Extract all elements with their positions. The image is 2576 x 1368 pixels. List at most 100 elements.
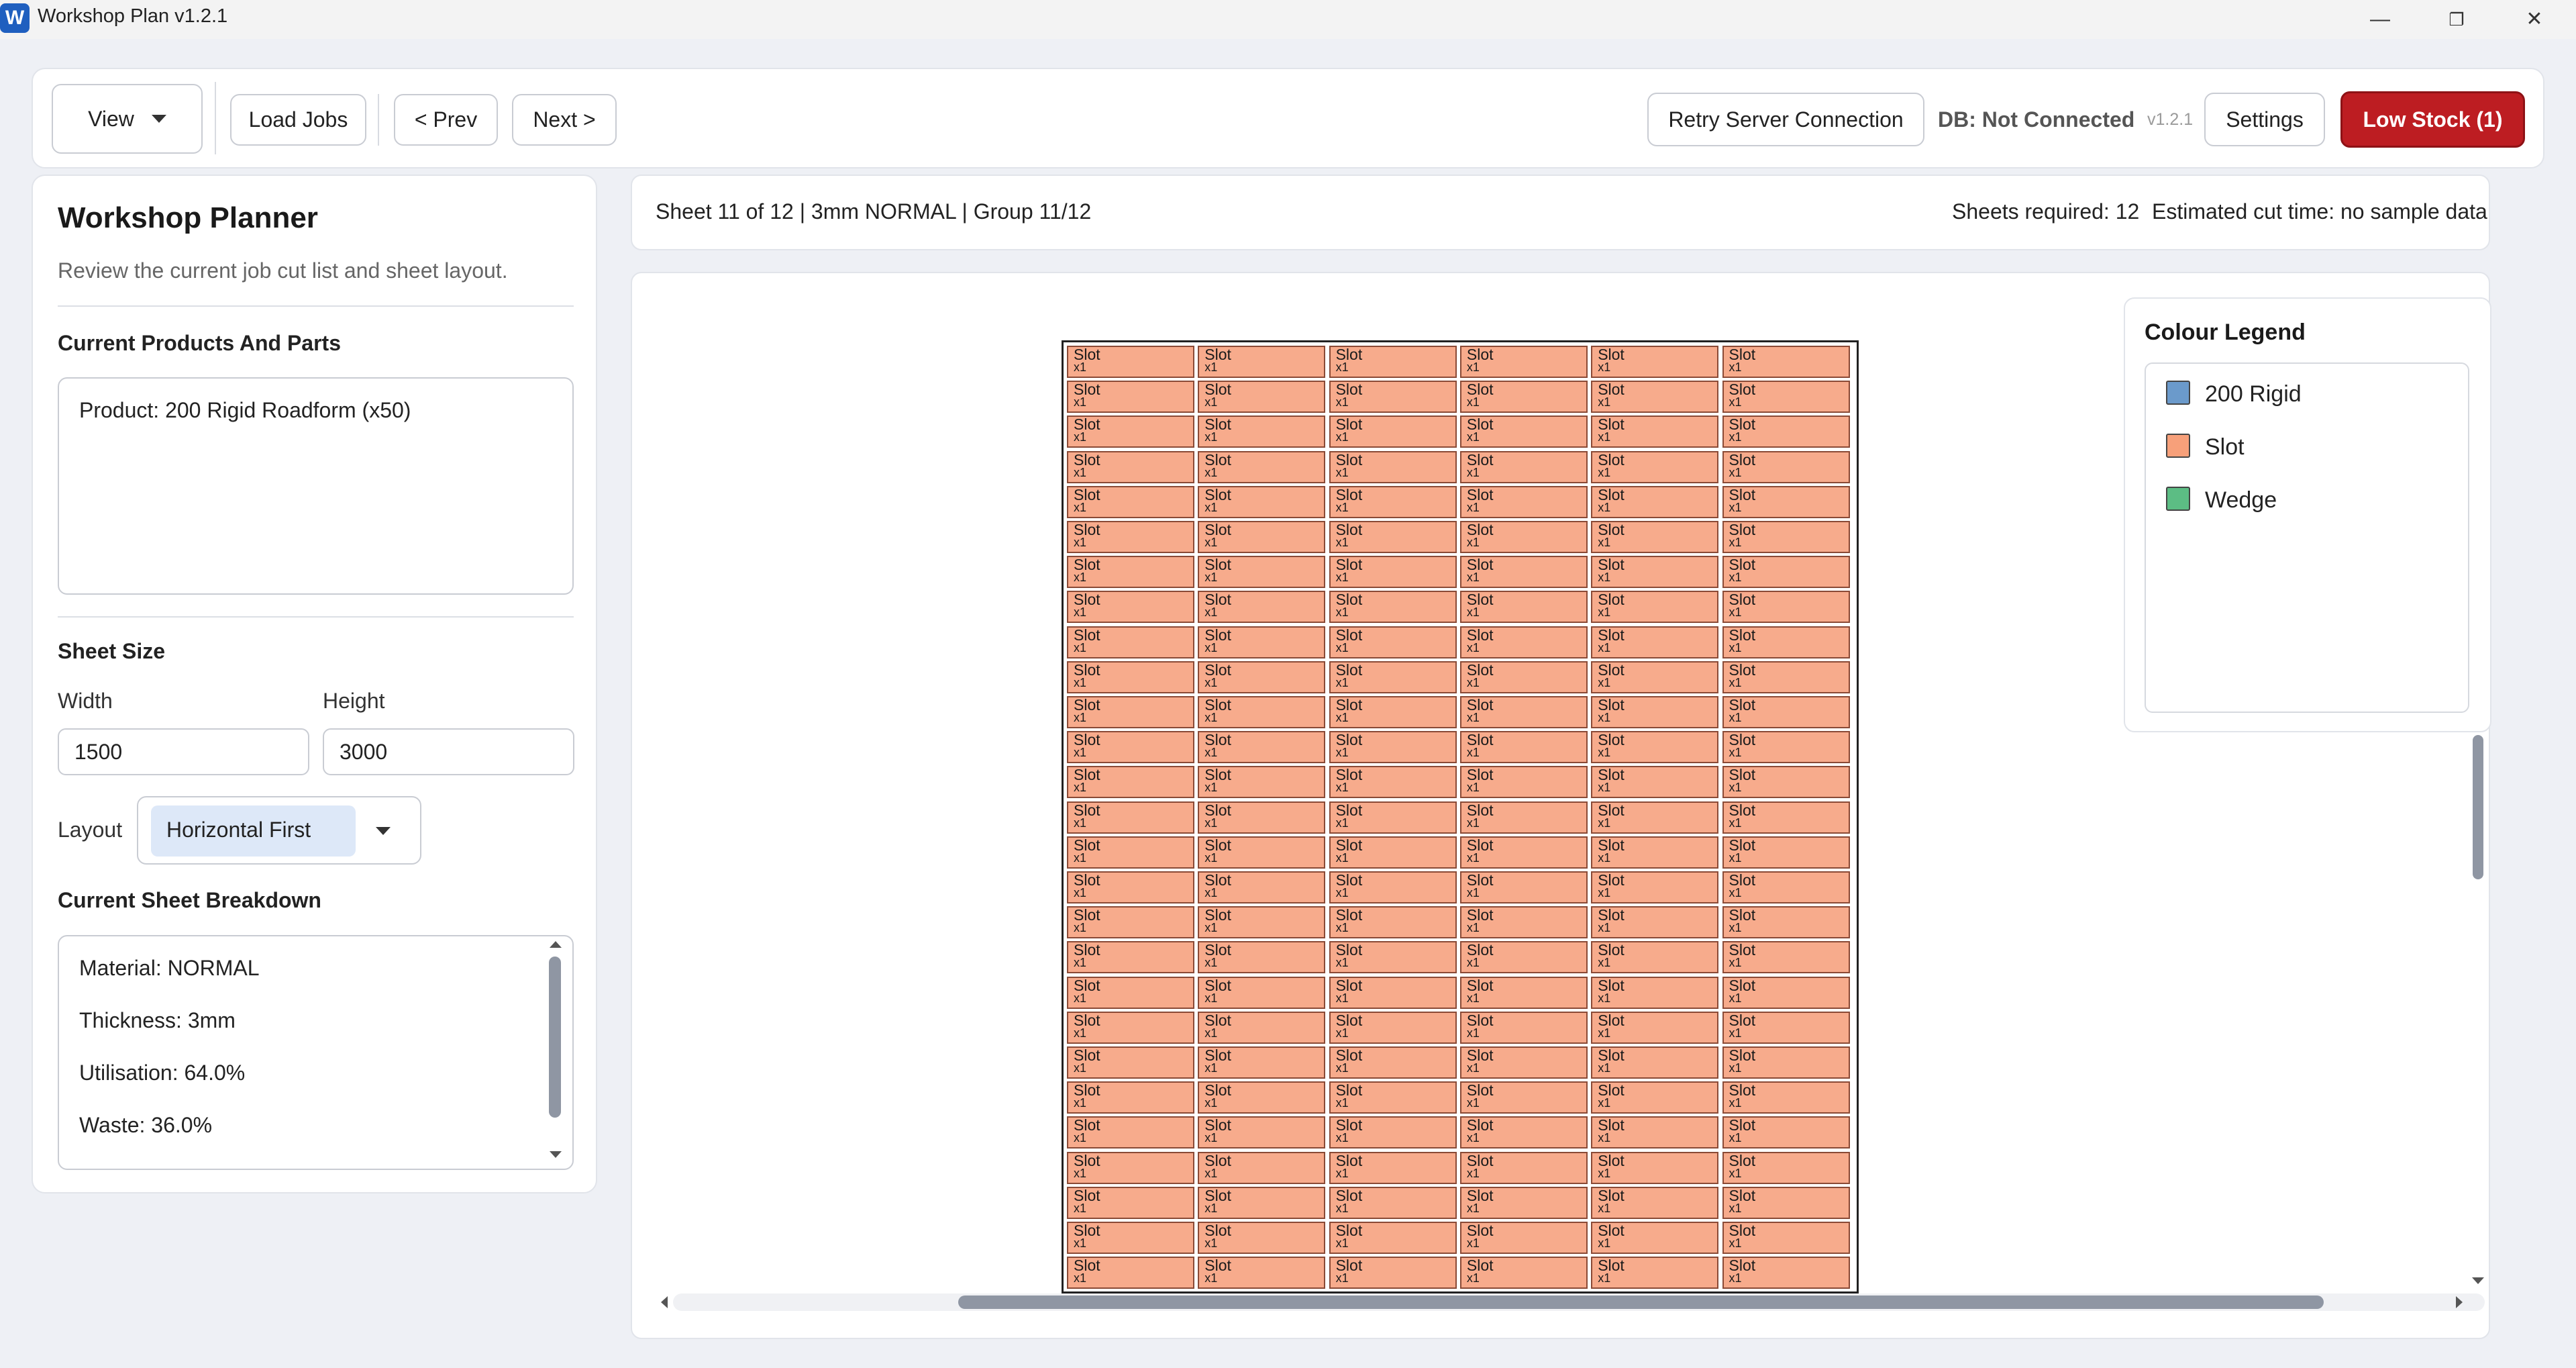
sheet-part[interactable]: Slot x1	[1591, 696, 1719, 728]
sheet-part[interactable]: Slot x1	[1329, 766, 1457, 799]
sheet-part[interactable]: Slot x1	[1329, 1257, 1457, 1289]
sheet-part[interactable]: Slot x1	[1722, 1081, 1850, 1114]
sheet-part[interactable]: Slot x1	[1591, 801, 1719, 834]
sheet-part[interactable]: Slot x1	[1591, 1186, 1719, 1219]
sheet-part[interactable]: Slot x1	[1329, 906, 1457, 939]
sheet-part[interactable]: Slot x1	[1722, 485, 1850, 518]
sheet-part[interactable]: Slot x1	[1198, 766, 1326, 799]
sheet-part[interactable]: Slot x1	[1722, 731, 1850, 764]
scroll-down-icon[interactable]	[2472, 1277, 2484, 1284]
sheet-part[interactable]: Slot x1	[1329, 1222, 1457, 1254]
sheet-part[interactable]: Slot x1	[1722, 976, 1850, 1009]
sheet-part[interactable]: Slot x1	[1722, 1151, 1850, 1184]
sheet-part[interactable]: Slot x1	[1459, 766, 1588, 799]
sheet-part[interactable]: Slot x1	[1067, 766, 1194, 799]
sheet-part[interactable]: Slot x1	[1722, 766, 1850, 799]
sheet-part[interactable]: Slot x1	[1329, 416, 1457, 448]
sheet-part[interactable]: Slot x1	[1591, 591, 1719, 624]
sheet-part[interactable]: Slot x1	[1198, 1151, 1326, 1184]
sheet-part[interactable]: Slot x1	[1591, 1222, 1719, 1254]
sheet-part[interactable]: Slot x1	[1722, 416, 1850, 448]
sheet-part[interactable]: Slot x1	[1198, 556, 1326, 589]
sheet-part[interactable]: Slot x1	[1459, 1116, 1588, 1149]
sheet-part[interactable]: Slot x1	[1329, 976, 1457, 1009]
sheet-part[interactable]: Slot x1	[1722, 906, 1850, 939]
sheet-part[interactable]: Slot x1	[1329, 1081, 1457, 1114]
sheet-part[interactable]: Slot x1	[1067, 346, 1194, 378]
sheet-part[interactable]: Slot x1	[1067, 450, 1194, 483]
sheet-part[interactable]: Slot x1	[1459, 836, 1588, 869]
sheet-part[interactable]: Slot x1	[1459, 696, 1588, 728]
sheet-part[interactable]: Slot x1	[1591, 556, 1719, 589]
sheet-part[interactable]: Slot x1	[1722, 1257, 1850, 1289]
sheet-part[interactable]: Slot x1	[1459, 976, 1588, 1009]
sheet-part[interactable]: Slot x1	[1459, 591, 1588, 624]
sheet-part[interactable]: Slot x1	[1067, 836, 1194, 869]
sheet-part[interactable]: Slot x1	[1198, 1011, 1326, 1044]
scroll-down-icon[interactable]	[550, 1151, 562, 1158]
sheet-part[interactable]: Slot x1	[1591, 766, 1719, 799]
sheet-part[interactable]: Slot x1	[1722, 941, 1850, 974]
sheet-part[interactable]: Slot x1	[1591, 1151, 1719, 1184]
sheet-part[interactable]: Slot x1	[1067, 976, 1194, 1009]
sheet-part[interactable]: Slot x1	[1067, 1257, 1194, 1289]
sheet-part[interactable]: Slot x1	[1067, 696, 1194, 728]
sheet-part[interactable]: Slot x1	[1591, 941, 1719, 974]
sheet-part[interactable]: Slot x1	[1459, 485, 1588, 518]
sheet-part[interactable]: Slot x1	[1459, 556, 1588, 589]
sheet-part[interactable]: Slot x1	[1459, 381, 1588, 413]
sheet-part[interactable]: Slot x1	[1198, 801, 1326, 834]
sheet-part[interactable]: Slot x1	[1198, 731, 1326, 764]
sheet-part[interactable]: Slot x1	[1198, 661, 1326, 693]
sheet-part[interactable]: Slot x1	[1067, 1081, 1194, 1114]
sheet-part[interactable]: Slot x1	[1329, 801, 1457, 834]
sheet-part[interactable]: Slot x1	[1459, 450, 1588, 483]
sheet-part[interactable]: Slot x1	[1591, 346, 1719, 378]
sheet-part[interactable]: Slot x1	[1067, 1116, 1194, 1149]
sheet-part[interactable]: Slot x1	[1459, 801, 1588, 834]
load-jobs-button[interactable]: Load Jobs	[230, 94, 366, 146]
sheet-part[interactable]: Slot x1	[1198, 485, 1326, 518]
scroll-up-icon[interactable]	[550, 941, 562, 948]
sheet-part[interactable]: Slot x1	[1591, 836, 1719, 869]
sheet-part[interactable]: Slot x1	[1591, 976, 1719, 1009]
sheet-part[interactable]: Slot x1	[1459, 416, 1588, 448]
sheet-part[interactable]: Slot x1	[1722, 591, 1850, 624]
sheet-part[interactable]: Slot x1	[1198, 836, 1326, 869]
sheet-part[interactable]: Slot x1	[1198, 450, 1326, 483]
sheet-part[interactable]: Slot x1	[1067, 871, 1194, 903]
scroll-right-icon[interactable]	[2456, 1296, 2463, 1308]
sheet-part[interactable]: Slot x1	[1198, 346, 1326, 378]
sheet-part[interactable]: Slot x1	[1722, 871, 1850, 903]
sheet-part[interactable]: Slot x1	[1329, 626, 1457, 658]
sheet-part[interactable]: Slot x1	[1198, 906, 1326, 939]
sheet-part[interactable]: Slot x1	[1722, 801, 1850, 834]
sheet-part[interactable]: Slot x1	[1329, 381, 1457, 413]
sheet-part[interactable]: Slot x1	[1459, 941, 1588, 974]
sheet-part[interactable]: Slot x1	[1459, 1186, 1588, 1219]
sheet-part[interactable]: Slot x1	[1198, 696, 1326, 728]
breakdown-scrollbar[interactable]	[549, 957, 561, 1118]
sheet-part[interactable]: Slot x1	[1329, 591, 1457, 624]
sheet-part[interactable]: Slot x1	[1067, 731, 1194, 764]
sheet-part[interactable]: Slot x1	[1067, 1186, 1194, 1219]
sheet-part[interactable]: Slot x1	[1198, 1116, 1326, 1149]
sheet-part[interactable]: Slot x1	[1329, 696, 1457, 728]
sheet-part[interactable]: Slot x1	[1067, 1011, 1194, 1044]
sheet-part[interactable]: Slot x1	[1459, 906, 1588, 939]
sheet-part[interactable]: Slot x1	[1067, 1151, 1194, 1184]
sheet-part[interactable]: Slot x1	[1198, 591, 1326, 624]
sheet-part[interactable]: Slot x1	[1329, 346, 1457, 378]
sheet-part[interactable]: Slot x1	[1329, 836, 1457, 869]
sheet-part[interactable]: Slot x1	[1591, 1116, 1719, 1149]
scroll-left-icon[interactable]	[661, 1296, 668, 1308]
sheet-part[interactable]: Slot x1	[1329, 731, 1457, 764]
sheet-part[interactable]: Slot x1	[1329, 1011, 1457, 1044]
sheet-part[interactable]: Slot x1	[1591, 661, 1719, 693]
sheet-part[interactable]: Slot x1	[1067, 485, 1194, 518]
sheet-part[interactable]: Slot x1	[1067, 381, 1194, 413]
sheet-part[interactable]: Slot x1	[1591, 1257, 1719, 1289]
sheet-part[interactable]: Slot x1	[1198, 871, 1326, 903]
sheet-part[interactable]: Slot x1	[1067, 556, 1194, 589]
sheet-part[interactable]: Slot x1	[1722, 696, 1850, 728]
